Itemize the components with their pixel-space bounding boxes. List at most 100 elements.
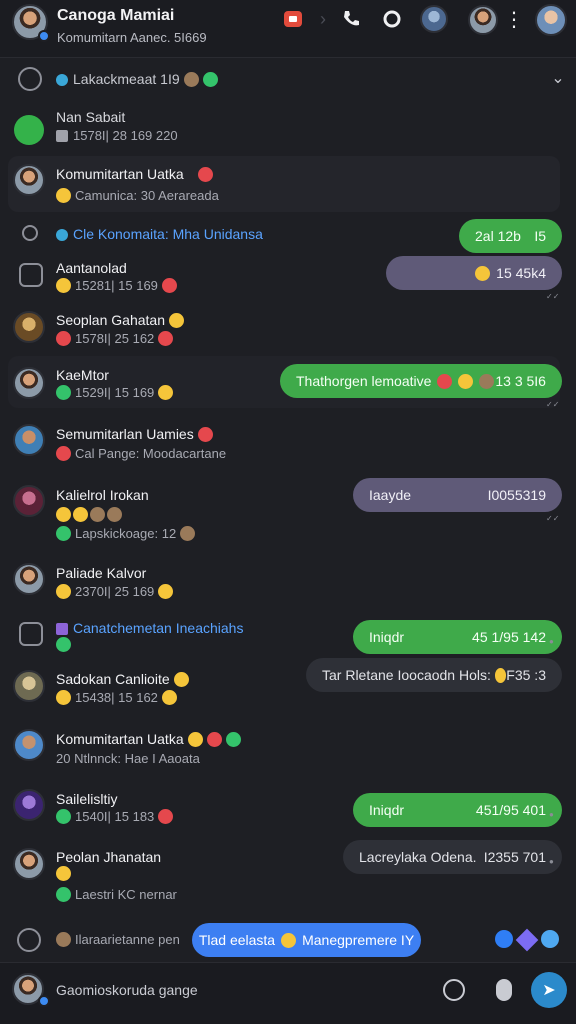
emoji-icon [161, 278, 177, 293]
row-name: Komumitartan Uatka [56, 166, 184, 182]
emoji-icon [494, 667, 507, 683]
avatar[interactable] [13, 729, 45, 761]
avatar[interactable] [13, 311, 45, 343]
chat-app-icon[interactable] [495, 930, 513, 948]
chat-header: Canoga Mamiai Komumitarn Aanec. 5I669 › … [0, 0, 576, 58]
avatar[interactable] [13, 789, 45, 821]
chat-subtitle: Komumitarn Aanec. 5I669 [57, 30, 207, 45]
emoji-icon [183, 72, 199, 87]
highlighted-row[interactable] [8, 156, 560, 212]
message-bubble[interactable]: Thathorgen lemoative 13 3 5I6 [280, 364, 562, 398]
message-bubble[interactable]: Tar Rletane Ioocaodn Hols: F35 :3 [306, 658, 562, 692]
lock-icon [19, 263, 43, 287]
row-name: Sadokan Canlioite [56, 671, 189, 687]
status-ring-icon [22, 225, 38, 241]
summary-line: Lakackmeaat 1I9 [56, 71, 218, 87]
emoji-icon [56, 887, 71, 902]
refresh-icon[interactable] [18, 67, 42, 91]
row-meta: 20 Ntlnnck: Hae I Aaoata [56, 751, 200, 766]
row-meta: Lapskickoage: 12 [56, 526, 196, 541]
emoji-icon [187, 732, 203, 747]
chat-title[interactable]: Canoga Mamiai [57, 7, 174, 25]
emoji-icon [158, 809, 174, 824]
emoji-icon [173, 672, 189, 687]
chevron-down-icon[interactable]: ⌄ [546, 66, 570, 90]
pinned-meta: 1578I| 28 169 220 [56, 128, 178, 143]
emoji-icon [56, 526, 71, 541]
system-link[interactable]: Cle Konomaita: Mha Unidansa [56, 226, 263, 242]
avatar[interactable] [13, 164, 45, 196]
read-receipt-icon: ✓✓ [546, 400, 560, 409]
emoji-icon [56, 866, 71, 881]
avatar[interactable] [13, 848, 45, 880]
emoji-icon [56, 584, 71, 599]
avatar[interactable] [13, 670, 45, 702]
send-icon[interactable]: ➤ [531, 972, 567, 1008]
message-bubble[interactable]: 15 45k4 [386, 256, 562, 290]
emoji-icon [56, 188, 71, 203]
emoji-icon [437, 373, 453, 389]
more-vertical-icon[interactable]: ⋮ [501, 6, 527, 32]
quick-reply-hint: Ilaraarietanne pen [56, 932, 180, 947]
message-bubble[interactable]: Iniqdr 451/95 401 [353, 793, 562, 827]
avatar[interactable] [13, 367, 45, 399]
row-name: Sailelisltiy [56, 791, 118, 807]
message-bubble[interactable]: Iaayde I0055319 [353, 478, 562, 512]
sparkle-icon[interactable] [515, 928, 539, 952]
row-name: Paliade Kalvor [56, 565, 147, 581]
message-bubble[interactable]: 2al 12b I5 [459, 219, 562, 253]
message-input[interactable]: Gaomioskoruda gange [56, 982, 198, 998]
avatar[interactable] [13, 424, 45, 456]
quick-reply-pill[interactable]: Tlad eelasta Manegpremere IY [192, 923, 421, 957]
sync-icon[interactable] [379, 6, 405, 32]
mic-icon[interactable] [496, 979, 512, 1001]
emoji-icon [168, 313, 184, 328]
emoji-icon [197, 427, 213, 442]
emoji-icon [281, 932, 297, 948]
row-meta: 1578I| 25 162 [56, 331, 174, 346]
archive-icon[interactable] [280, 6, 306, 32]
emoji-icon [202, 72, 218, 87]
grid-icon [56, 623, 68, 635]
member-avatar-2[interactable] [468, 5, 498, 35]
emoji-row [56, 506, 122, 524]
emoji-icon [206, 732, 222, 747]
row-meta: 1540I| 15 183 [56, 809, 174, 824]
row-meta: 1529I| 15 169 [56, 385, 174, 400]
read-receipt-icon: ● [549, 857, 554, 866]
emoji-icon [225, 732, 241, 747]
emoji-icon [56, 690, 71, 705]
row-meta: Camunica: 30 Aerareada [56, 188, 219, 203]
avatar[interactable] [13, 485, 45, 517]
grid-icon [56, 130, 68, 142]
refresh-icon[interactable] [17, 928, 41, 952]
row-name: KaeMtor [56, 367, 109, 383]
emoji-icon [198, 167, 213, 182]
pinned-icon[interactable] [14, 115, 44, 145]
camera-icon[interactable] [443, 979, 465, 1001]
row-name: Peolan Jhanatan [56, 849, 162, 865]
emoji-icon [457, 373, 473, 389]
emoji-icon [158, 584, 174, 599]
member-avatar-1[interactable] [420, 5, 448, 33]
message-bubble[interactable]: Lacreylaka Odena. I2355 701 [343, 840, 562, 874]
row-name: Komumitartan Uatka [56, 731, 241, 747]
system-link[interactable]: Canatchemetan Ineachiahs [56, 620, 243, 636]
emoji-icon [56, 385, 71, 400]
message-bubble[interactable]: Iniqdr 45 1/95 142 [353, 620, 562, 654]
verified-badge-icon [38, 30, 50, 42]
phone-icon[interactable] [338, 6, 364, 32]
emoji-icon [478, 373, 494, 389]
profile-avatar[interactable] [535, 4, 567, 36]
emoji-icon [158, 331, 174, 346]
row-meta: Laestri KC nernar [56, 887, 177, 902]
info-dot-icon [56, 229, 68, 241]
emoji-icon [161, 690, 177, 705]
emoji-icon [56, 278, 71, 293]
emoji-icon [56, 932, 71, 947]
read-receipt-icon: ✓✓ [546, 514, 560, 523]
verified-badge-icon [38, 995, 50, 1007]
row-meta: 15438| 15 162 [56, 690, 177, 705]
avatar[interactable] [13, 563, 45, 595]
bubbles-icon[interactable] [541, 930, 559, 948]
